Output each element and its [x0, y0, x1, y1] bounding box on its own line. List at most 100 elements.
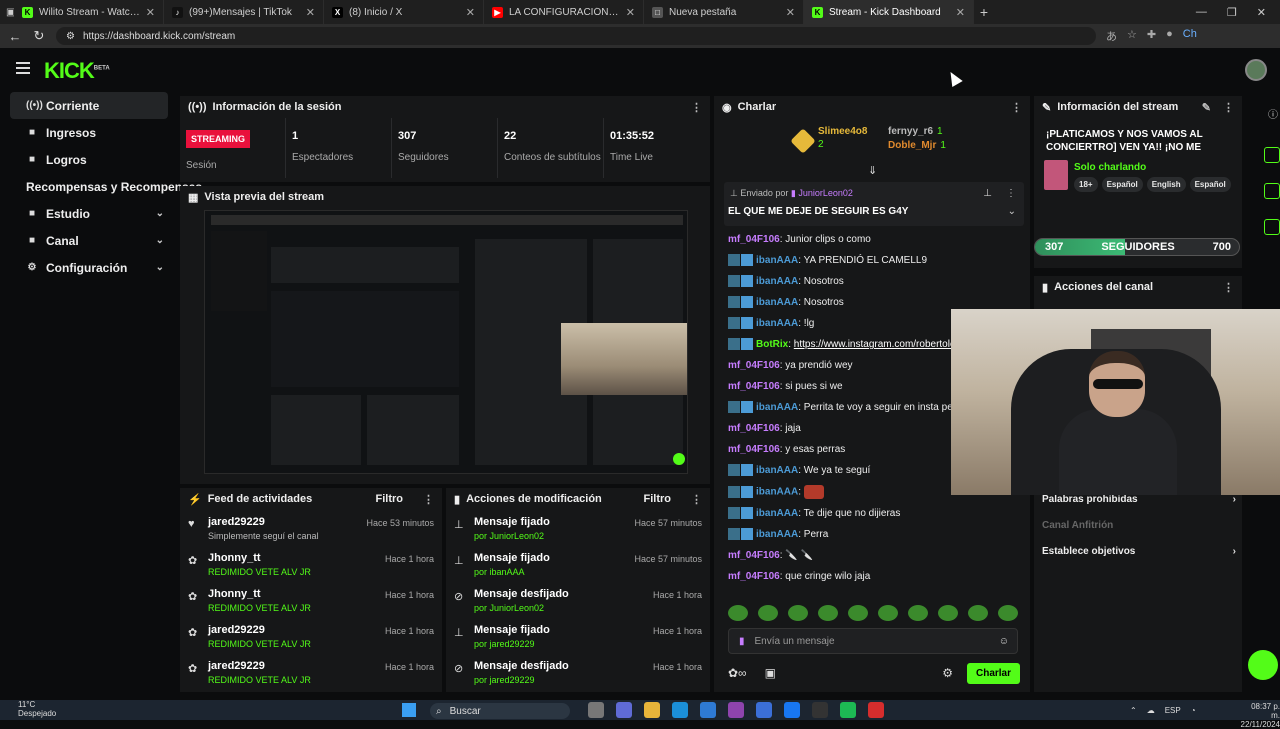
users-icon[interactable]: ✿∞ [728, 666, 747, 680]
store-icon[interactable] [700, 702, 716, 718]
chat-username[interactable]: ibanAAA [756, 318, 798, 329]
gift-icon[interactable]: ▣ [765, 666, 776, 680]
chat-username[interactable]: ibanAAA [756, 465, 798, 476]
floating-action-button[interactable] [1248, 650, 1278, 680]
sidebar-item-configuración[interactable]: ⚙ Configuración ⌄ [10, 254, 168, 281]
chat-username[interactable]: mf_04F106 [728, 423, 780, 434]
chat-more-icon[interactable]: ⋮ [1011, 101, 1022, 114]
window-menu-icon[interactable]: ▣ [0, 0, 14, 24]
mods-row[interactable]: ⊘ Mensaje desfijado por JuniorLeon02 Hace 1… [446, 582, 710, 618]
feed-filter-button[interactable]: Filtro [376, 493, 404, 505]
stream-category[interactable]: Solo charlando [1074, 162, 1231, 173]
sidebar-item-ingresos[interactable]: ■ Ingresos [10, 119, 168, 146]
chat-username[interactable]: mf_04F106 [728, 571, 780, 582]
emote-icon[interactable] [998, 605, 1018, 621]
address-bar[interactable]: ⚙ https://dashboard.kick.com/stream [56, 27, 1096, 45]
chat-username[interactable]: mf_04F106 [728, 360, 780, 371]
mods-row[interactable]: ⊥ Mensaje fijado por ibanAAA Hace 57 minuto… [446, 546, 710, 582]
site-info-icon[interactable]: ⚙ [66, 31, 75, 42]
info-icon[interactable]: ⓘ [1268, 106, 1280, 121]
emoji-icon[interactable]: ☺ [999, 636, 1009, 647]
file-explorer-icon[interactable] [644, 702, 660, 718]
stream-tag[interactable]: Español [1101, 177, 1143, 192]
stream-tag[interactable]: Español [1189, 177, 1231, 192]
category-thumbnail[interactable] [1044, 160, 1068, 190]
rail-tool-icon[interactable] [1264, 219, 1280, 235]
browser-tab[interactable]: X (8) Inicio / X ✕ [324, 0, 484, 24]
sidebar-item-canal[interactable]: ■ Canal ⌄ [10, 227, 168, 254]
chevron-down-icon[interactable]: ⌄ [1008, 206, 1016, 217]
emote-icon[interactable] [758, 605, 778, 621]
task-view-icon[interactable] [588, 702, 604, 718]
feed-row[interactable]: ♥ jared29229 Simplemente seguí el canal Hac… [180, 510, 442, 546]
maximize-icon[interactable]: ❐ [1227, 6, 1237, 19]
rail-tool-icon[interactable] [1264, 183, 1280, 199]
browser-tab[interactable]: K Stream - Kick Dashboard ✕ [804, 0, 974, 24]
emote-icon[interactable] [968, 605, 988, 621]
pinned-message[interactable]: ⊥ Enviado por ▮ JuniorLeon02 ⊥ ⋮ EL QUE … [724, 182, 1024, 226]
channel-more-icon[interactable]: ⋮ [1223, 281, 1234, 294]
tab-close-icon[interactable]: ✕ [786, 6, 795, 19]
copilot-app-icon[interactable] [616, 702, 632, 718]
stream-tag[interactable]: 18+ [1074, 177, 1098, 192]
edge-icon[interactable] [672, 702, 688, 718]
translate-icon[interactable]: あ [1106, 28, 1117, 44]
back-arrow-icon[interactable]: ← [8, 29, 22, 44]
close-window-icon[interactable]: ✕ [1257, 6, 1266, 19]
feed-more-icon[interactable]: ⋮ [423, 493, 434, 506]
chat-link[interactable]: https://www.instagram.com/robertoleo [794, 339, 961, 350]
feed-row[interactable]: ✿ Jhonny_tt REDIMIDO VETE ALV JR Hace 1 hor… [180, 582, 442, 618]
chat-username[interactable]: mf_04F106 [728, 234, 780, 245]
chat-username[interactable]: BotRix [756, 339, 788, 350]
wifi-icon[interactable]: ◔ [1191, 706, 1196, 715]
weather-widget[interactable]: 11°C Despejado [18, 700, 56, 718]
chat-input[interactable]: ▮ Envía un mensaje ☺ [728, 628, 1018, 654]
mods-row[interactable]: ⊥ Mensaje fijado por jared29229 Hace 1 hora [446, 618, 710, 654]
sidebar-item-corriente[interactable]: ((•)) Corriente [10, 92, 168, 119]
emote-icon[interactable] [938, 605, 958, 621]
emote-icon[interactable] [818, 605, 838, 621]
emote-icon[interactable] [878, 605, 898, 621]
channel-action-1[interactable]: Canal Anfitrión [1042, 520, 1236, 531]
chat-username[interactable]: ibanAAA [756, 529, 798, 540]
browser-tab[interactable]: K Wilito Stream - Watch Live on Kick ✕ [14, 0, 164, 24]
stream-info-more-icon[interactable]: ⋮ [1223, 101, 1234, 114]
tab-close-icon[interactable]: ✕ [956, 6, 965, 19]
mods-row[interactable]: ⊥ Mensaje fijado por JuniorLeon02 Hace 57 m… [446, 510, 710, 546]
mail-icon[interactable] [756, 702, 772, 718]
mods-filter-button[interactable]: Filtro [644, 493, 672, 505]
tab-close-icon[interactable]: ✕ [306, 6, 315, 19]
taskbar-search[interactable]: ⌕ Buscar [430, 703, 570, 719]
sidebar-item-estudio[interactable]: ■ Estudio ⌄ [10, 200, 168, 227]
star-icon[interactable]: ☆ [1127, 28, 1137, 44]
chat-settings-icon[interactable]: ⚙ [942, 666, 953, 680]
tab-close-icon[interactable]: ✕ [466, 6, 475, 19]
tab-close-icon[interactable]: ✕ [626, 6, 635, 19]
browser-tab[interactable]: □ Nueva pestaña ✕ [644, 0, 804, 24]
edit-icon[interactable]: ✎ [1202, 101, 1211, 114]
facebook-icon[interactable] [784, 702, 800, 718]
chat-username[interactable]: ibanAAA [756, 487, 798, 498]
app-icon[interactable] [728, 702, 744, 718]
lang-indicator[interactable]: ESP [1165, 706, 1181, 715]
user-avatar[interactable] [1245, 59, 1267, 81]
chat-message[interactable]: ibanAAA: Nosotros [714, 272, 1030, 293]
tray-chevron-icon[interactable]: ⌃ [1130, 706, 1137, 715]
chat-username[interactable]: ibanAAA [756, 402, 798, 413]
emote-icon[interactable] [848, 605, 868, 621]
profile-icon[interactable]: ● [1166, 28, 1173, 44]
chat-username[interactable]: ibanAAA [756, 276, 798, 287]
mods-more-icon[interactable]: ⋮ [691, 493, 702, 506]
chrome-icon[interactable] [812, 702, 828, 718]
rail-tool-icon[interactable] [1264, 147, 1280, 163]
chat-message[interactable]: mf_04F106: que cringe wilo jaja [714, 567, 1030, 588]
chat-username[interactable]: ibanAAA [756, 255, 798, 266]
chat-message[interactable]: ibanAAA: Perra [714, 525, 1030, 546]
channel-action-2[interactable]: Establece objetivos › [1042, 546, 1236, 557]
chat-username[interactable]: mf_04F106 [728, 550, 780, 561]
send-chat-button[interactable]: Charlar [966, 662, 1020, 684]
feed-row[interactable]: ✿ jared29229 REDIMIDO VETE ALV JR Hace 1 ho… [180, 654, 442, 690]
stream-preview-video[interactable] [204, 210, 688, 474]
chat-message[interactable]: ibanAAA: YA PRENDIÓ EL CAMELL9 [714, 251, 1030, 272]
windows-start-icon[interactable] [402, 703, 416, 717]
